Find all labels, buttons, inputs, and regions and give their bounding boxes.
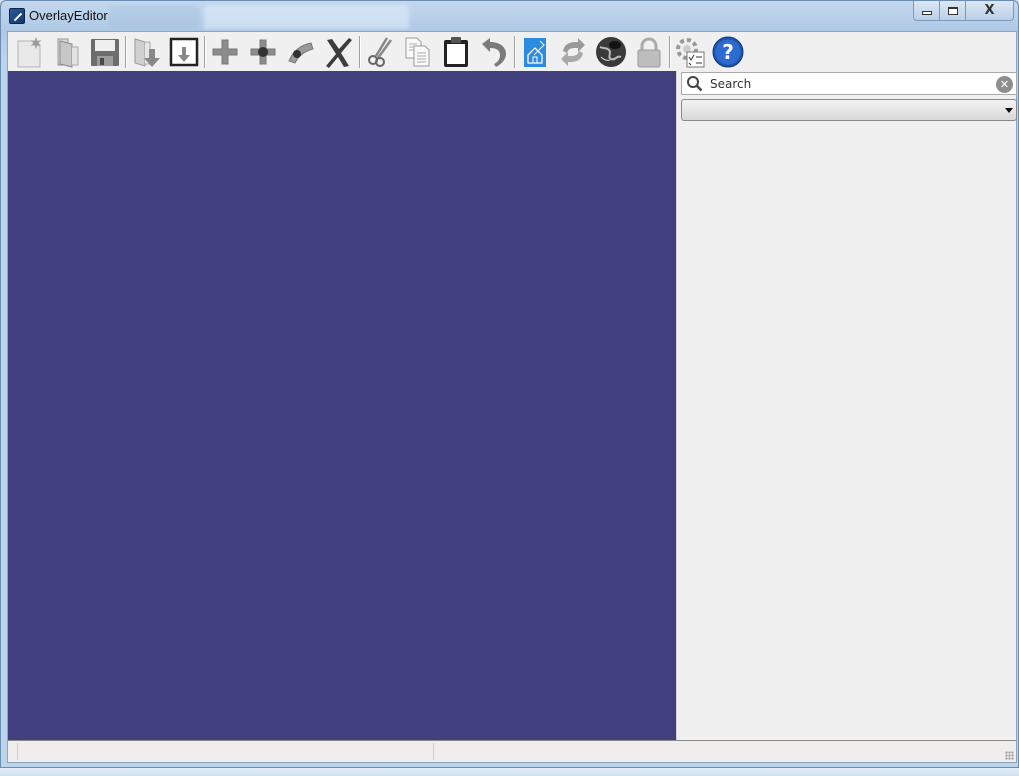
copy-icon bbox=[405, 37, 430, 66]
resize-grip[interactable] bbox=[1005, 751, 1014, 760]
chevron-down-icon bbox=[1005, 108, 1013, 113]
search-icon bbox=[687, 76, 703, 92]
save-button[interactable] bbox=[86, 33, 124, 71]
filter-dropdown[interactable] bbox=[681, 99, 1017, 121]
toolbar-separator bbox=[359, 35, 360, 68]
window-title: OverlayEditor bbox=[29, 8, 108, 23]
minimize-icon bbox=[921, 10, 932, 15]
export-icon bbox=[169, 37, 199, 66]
home-button[interactable] bbox=[516, 33, 554, 71]
new-button[interactable] bbox=[10, 33, 48, 71]
bezier-icon bbox=[288, 41, 314, 64]
cut-icon bbox=[368, 36, 393, 67]
import-button[interactable] bbox=[127, 33, 165, 71]
status-segment bbox=[17, 743, 18, 760]
bezier-button[interactable] bbox=[282, 33, 320, 71]
background-tab-active bbox=[204, 5, 409, 29]
clear-search-icon[interactable]: ✕ bbox=[996, 76, 1013, 93]
search-input[interactable] bbox=[710, 75, 990, 92]
add-node-icon bbox=[250, 39, 276, 64]
add-button[interactable] bbox=[206, 33, 244, 71]
add-icon bbox=[212, 39, 238, 64]
sidebar-panel: ✕ bbox=[676, 71, 1017, 740]
close-icon: X bbox=[984, 3, 995, 18]
delete-button[interactable] bbox=[320, 33, 358, 71]
delete-icon bbox=[326, 37, 352, 68]
search-box: ✕ bbox=[681, 72, 1017, 95]
toolbar-separator bbox=[125, 35, 126, 68]
svg-text:?: ? bbox=[722, 40, 734, 64]
toolbar-separator bbox=[514, 35, 515, 68]
import-icon bbox=[134, 37, 160, 67]
lock-icon bbox=[637, 37, 661, 67]
window-controls: X bbox=[913, 1, 1014, 21]
help-icon: ? bbox=[712, 36, 744, 67]
lock-button[interactable] bbox=[630, 33, 668, 71]
preferences-icon bbox=[676, 37, 705, 67]
open-button[interactable] bbox=[48, 33, 86, 71]
cut-button[interactable] bbox=[361, 33, 399, 71]
paste-icon bbox=[444, 36, 468, 67]
refresh-button[interactable] bbox=[554, 33, 592, 71]
close-button[interactable]: X bbox=[966, 1, 1014, 21]
map-canvas[interactable] bbox=[8, 71, 676, 740]
imagery-icon bbox=[596, 36, 626, 67]
toolbar: ? bbox=[8, 32, 1016, 71]
new-icon bbox=[17, 36, 42, 67]
home-icon bbox=[524, 37, 546, 67]
background-tab bbox=[109, 5, 199, 29]
title-bar[interactable]: OverlayEditor X bbox=[1, 1, 1018, 31]
status-segment bbox=[433, 743, 434, 760]
save-icon bbox=[91, 38, 119, 66]
status-bar bbox=[8, 740, 1016, 762]
undo-button[interactable] bbox=[475, 33, 513, 71]
help-button[interactable]: ? bbox=[709, 33, 747, 71]
export-button[interactable] bbox=[165, 33, 203, 71]
paste-button[interactable] bbox=[437, 33, 475, 71]
imagery-button[interactable] bbox=[592, 33, 630, 71]
add-node-button[interactable] bbox=[244, 33, 282, 71]
app-icon bbox=[9, 8, 25, 24]
toolbar-separator bbox=[669, 35, 670, 68]
undo-icon bbox=[482, 37, 506, 67]
refresh-icon bbox=[561, 37, 585, 66]
background-desktop bbox=[0, 768, 1019, 776]
maximize-button[interactable] bbox=[940, 1, 966, 21]
client-area: ? ✕ bbox=[7, 31, 1017, 763]
minimize-button[interactable] bbox=[913, 1, 940, 21]
toolbar-separator bbox=[204, 35, 205, 68]
preferences-button[interactable] bbox=[671, 33, 709, 71]
maximize-icon bbox=[947, 6, 958, 15]
copy-button[interactable] bbox=[399, 33, 437, 71]
app-window: OverlayEditor X ? Search ✕ bbox=[0, 0, 1019, 768]
open-icon bbox=[57, 38, 79, 68]
